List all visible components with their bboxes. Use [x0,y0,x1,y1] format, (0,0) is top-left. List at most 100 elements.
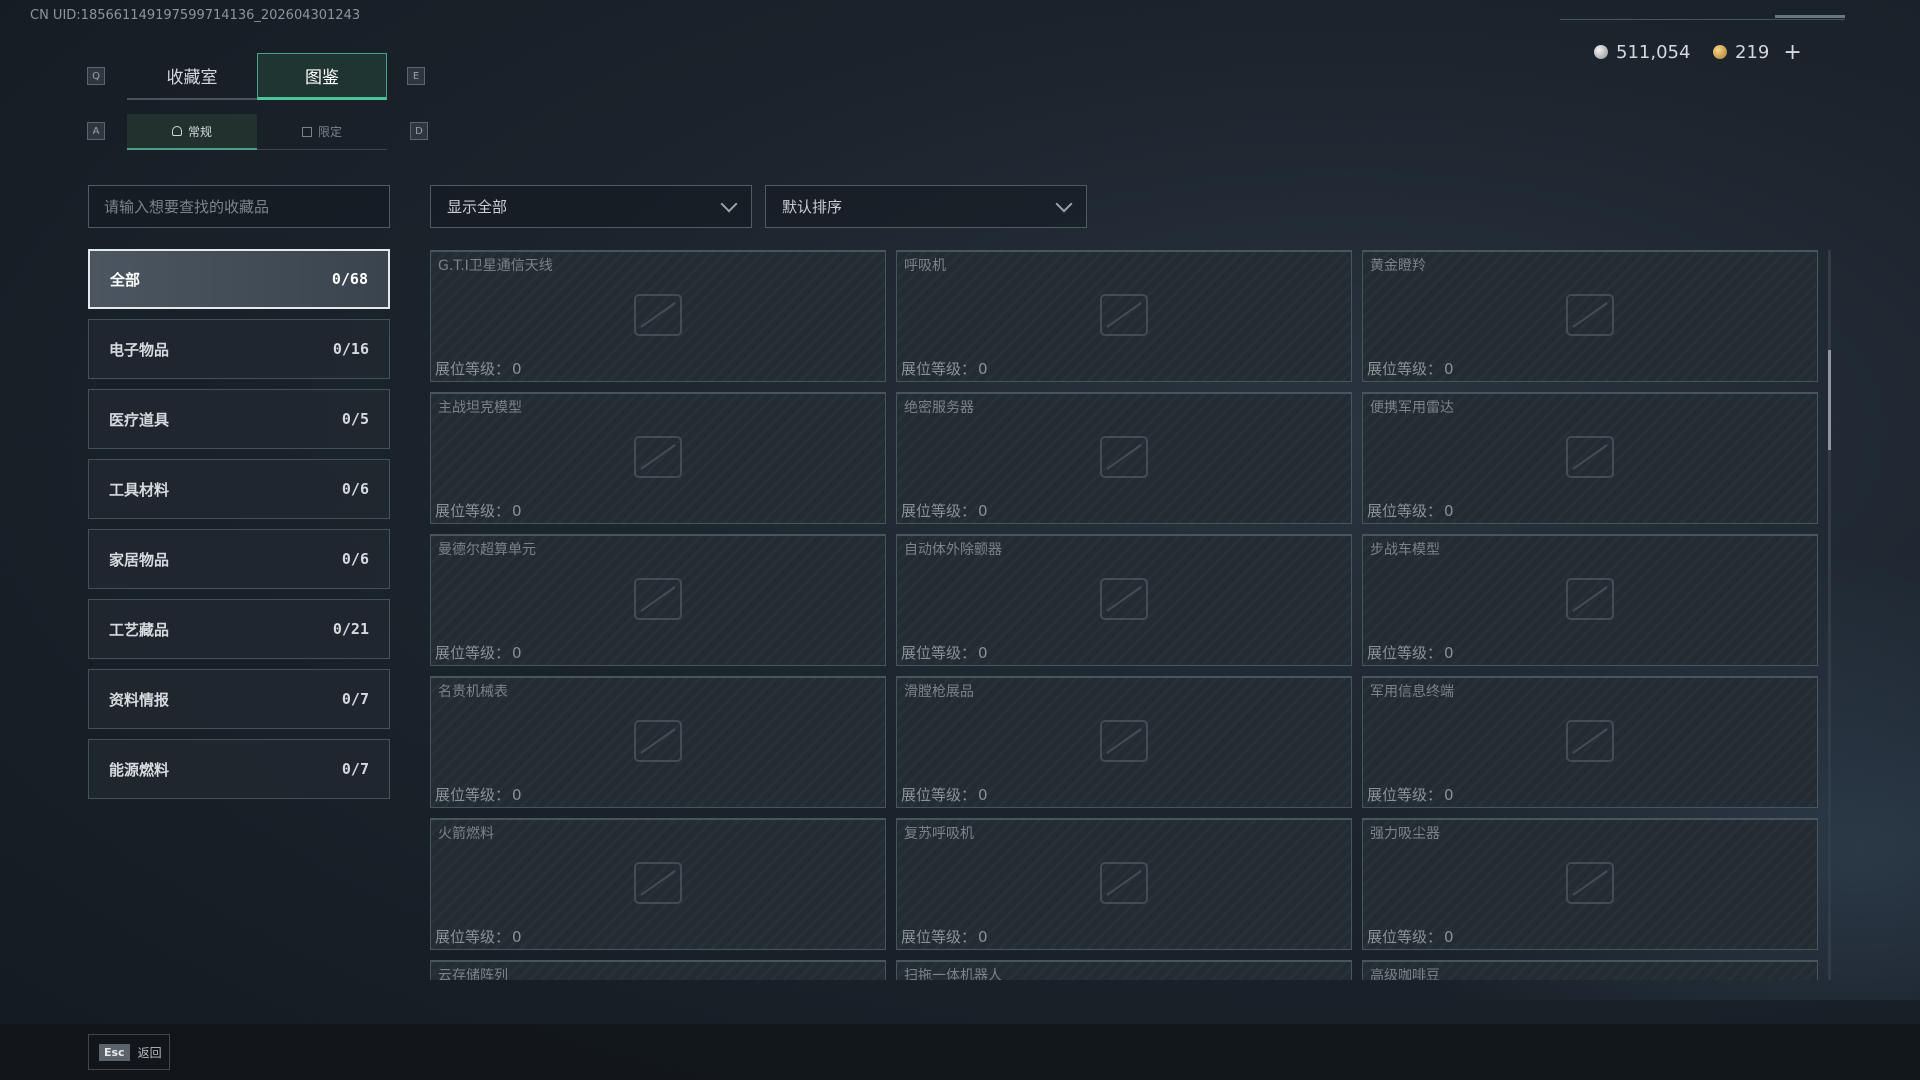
item-level-value: 0 [1444,644,1454,662]
item-level: 展位等级： 0 [901,784,988,805]
add-currency-icon[interactable]: + [1783,40,1801,65]
collection-item-card[interactable]: 云存储阵列 [430,960,886,980]
item-level: 展位等级： 0 [901,926,988,947]
collection-item-card[interactable]: 曼德尔超算单元 展位等级： 0 [430,534,886,666]
scrollbar[interactable] [1828,250,1831,980]
item-level-value: 0 [1444,360,1454,378]
item-grid-viewport: G.T.I卫星通信天线 展位等级： 0 呼吸机 展位等级： 0 黄金瞪羚 展位等级： 0 主战坦克… [430,250,1820,980]
item-name: 火箭燃料 [438,826,494,842]
radar-icon [1555,427,1625,491]
item-name: G.T.I卫星通信天线 [438,258,553,274]
silver-amount: 511,054 [1616,41,1691,63]
tab-regular[interactable]: 常规 [127,114,257,150]
regular-icon [171,126,182,136]
terminal-icon [1555,711,1625,775]
item-level-label: 展位等级： [435,928,511,946]
collection-item-card[interactable]: 滑膛枪展品 展位等级： 0 [896,676,1352,808]
fuel-icon [623,853,693,917]
tab-regular-label: 常规 [187,124,212,139]
item-name: 高级咖啡豆 [1370,968,1440,980]
item-level: 展位等级： 0 [435,784,522,805]
item-name: 名贵机械表 [438,684,508,700]
limited-icon [301,126,312,137]
category-energy[interactable]: 能源燃料 0/7 [88,739,390,799]
category-count: 0/7 [341,760,369,778]
key-q-badge: Q [87,67,105,85]
item-level-value: 0 [512,928,522,946]
tab-limited[interactable]: 限定 [257,114,387,150]
tab-collection-room[interactable]: 收藏室 [127,53,257,100]
collection-item-card[interactable]: 复苏呼吸机展位等级： 0 [896,818,1352,950]
category-tools[interactable]: 工具材料 0/6 [88,459,390,519]
item-name: 云存储阵列 [438,968,508,980]
item-level-value: 0 [512,502,522,520]
item-level: 展位等级： 0 [1367,500,1454,521]
category-count: 0/6 [341,550,369,568]
category-intel[interactable]: 资料情报 0/7 [88,669,390,729]
item-level: 展位等级： 0 [901,358,988,379]
category-label: 电子物品 [109,340,170,359]
collection-item-card[interactable]: 高级咖啡豆 [1362,960,1818,980]
collection-item-card[interactable]: 呼吸机 展位等级： 0 [896,250,1352,382]
category-label: 能源燃料 [109,760,170,779]
item-name: 强力吸尘器 [1370,826,1440,842]
tab-codex[interactable]: 图鉴 [257,53,387,100]
category-label: 工具材料 [109,480,170,499]
category-electronics[interactable]: 电子物品 0/16 [88,319,390,379]
item-level-value: 0 [1444,928,1454,946]
item-level-value: 0 [512,786,522,804]
item-level-value: 0 [978,786,988,804]
defibrillator-icon [1089,569,1159,633]
ifv-icon [1555,569,1625,633]
collection-item-card[interactable]: 步战车模型 展位等级： 0 [1362,534,1818,666]
collection-item-card[interactable]: G.T.I卫星通信天线 展位等级： 0 [430,250,886,382]
sort-value: 默认排序 [782,198,843,216]
item-level: 展位等级： 0 [435,926,522,947]
collection-item-card[interactable]: 扫拖一体机器人 [896,960,1352,980]
item-level-value: 0 [978,360,988,378]
item-level: 展位等级： 0 [1367,926,1454,947]
silver-currency: 511,054 [1594,40,1690,64]
item-name: 复苏呼吸机 [904,826,974,842]
collection-item-card[interactable]: 名贵机械表展位等级： 0 [430,676,886,808]
search-input[interactable] [104,197,374,216]
category-all[interactable]: 全部 0/68 [88,249,390,309]
filter-dropdown[interactable]: 显示全部 [430,185,752,228]
chip-icon [623,569,693,633]
footer-bar [0,1024,1920,1080]
collection-item-card[interactable]: 自动体外除颤器 展位等级： 0 [896,534,1352,666]
item-level-value: 0 [1444,786,1454,804]
back-button[interactable]: Esc 返回 [88,1034,170,1070]
chevron-down-icon [1055,195,1073,212]
item-level: 展位等级： 0 [901,500,988,521]
item-level: 展位等级： 0 [1367,358,1454,379]
gold-currency[interactable]: 219 + [1713,40,1802,65]
collection-item-card[interactable]: 主战坦克模型 展位等级： 0 [430,392,886,524]
item-level-label: 展位等级： [901,502,977,520]
category-household[interactable]: 家居物品 0/6 [88,529,390,589]
search-box[interactable] [88,185,390,228]
category-crafts[interactable]: 工艺藏品 0/21 [88,599,390,659]
collection-item-card[interactable]: 军用信息终端 展位等级： 0 [1362,676,1818,808]
key-d-badge: D [410,122,428,140]
item-level-value: 0 [978,502,988,520]
category-count: 0/68 [331,270,368,288]
sort-dropdown[interactable]: 默认排序 [765,185,1087,228]
item-level-label: 展位等级： [435,786,511,804]
collection-item-card[interactable]: 火箭燃料展位等级： 0 [430,818,886,950]
item-level: 展位等级： 0 [901,642,988,663]
collection-item-card[interactable]: 强力吸尘器展位等级： 0 [1362,818,1818,950]
collection-item-card[interactable]: 黄金瞪羚 展位等级： 0 [1362,250,1818,382]
item-grid: G.T.I卫星通信天线 展位等级： 0 呼吸机 展位等级： 0 黄金瞪羚 展位等级： 0 主战坦克… [430,250,1820,980]
gold-amount: 219 [1735,41,1770,63]
category-label: 家居物品 [109,550,170,569]
item-level-label: 展位等级： [1367,928,1443,946]
item-level-label: 展位等级： [901,644,977,662]
collection-item-card[interactable]: 便携军用雷达 展位等级： 0 [1362,392,1818,524]
category-medical[interactable]: 医疗道具 0/5 [88,389,390,449]
item-name: 曼德尔超算单元 [438,542,536,558]
item-level-label: 展位等级： [901,786,977,804]
scrollbar-thumb[interactable] [1828,350,1831,450]
collection-item-card[interactable]: 绝密服务器 展位等级： 0 [896,392,1352,524]
category-count: 0/5 [341,410,369,428]
